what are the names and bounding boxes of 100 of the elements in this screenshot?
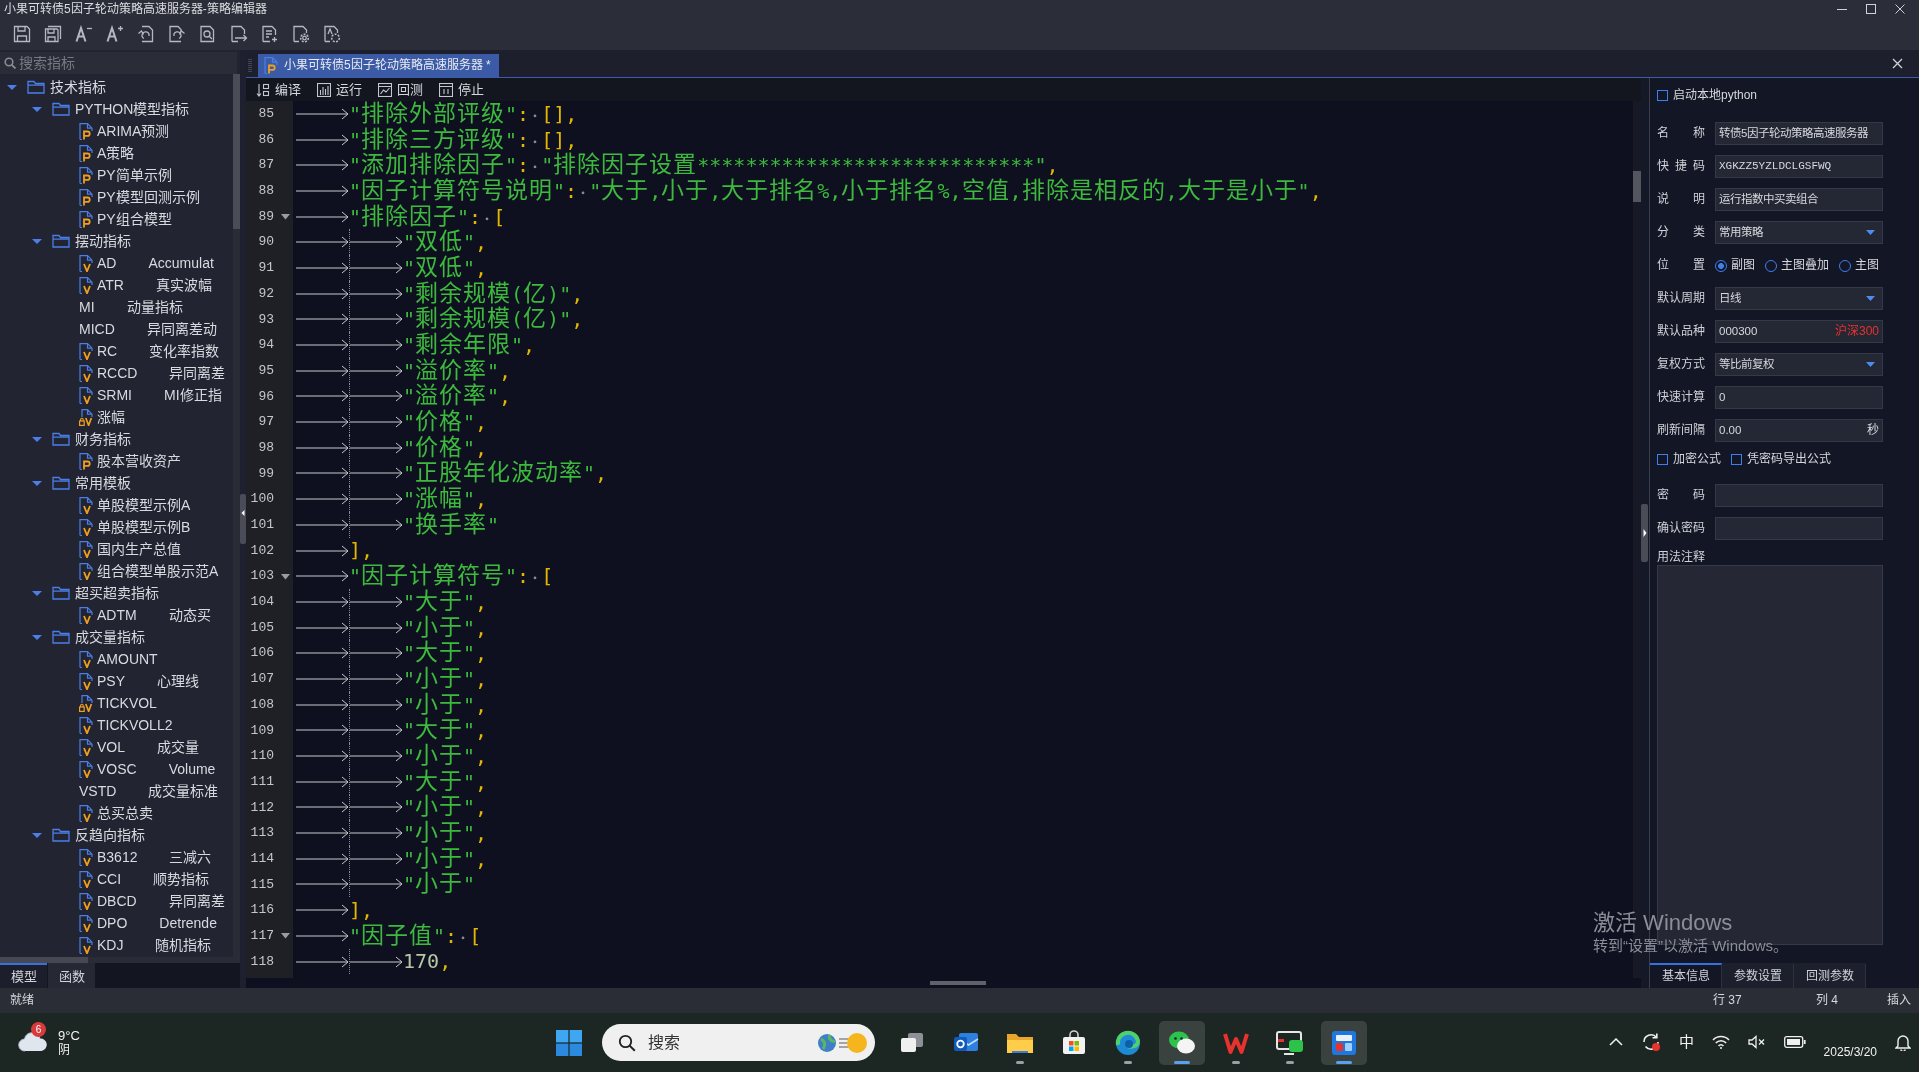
run-button[interactable]: 运行 xyxy=(317,81,362,98)
page-search-icon[interactable] xyxy=(199,25,217,43)
tree-folder[interactable]: 摆动指标 xyxy=(75,232,131,250)
scrollbar-thumb[interactable] xyxy=(233,74,240,229)
tree-item[interactable]: B3612 xyxy=(97,848,138,866)
tree-folder[interactable]: 成交量指标 xyxy=(75,628,145,646)
checkbox[interactable] xyxy=(1731,453,1742,465)
wifi-icon[interactable] xyxy=(1711,1035,1730,1050)
scrollbar-thumb[interactable] xyxy=(0,957,88,963)
tree-item[interactable]: 组合模型单股示范A xyxy=(97,562,219,580)
page-arrow-right-icon[interactable] xyxy=(168,25,186,43)
chevron-up-icon[interactable] xyxy=(1608,1038,1623,1047)
stop-button[interactable]: 停止 xyxy=(439,81,484,98)
splitter-handle[interactable] xyxy=(240,494,246,544)
tree-item[interactable]: A策略 xyxy=(97,144,135,162)
tree-folder[interactable]: 技术指标 xyxy=(50,78,106,96)
password-field[interactable] xyxy=(1715,484,1883,507)
dropdown[interactable]: 常用策略 xyxy=(1715,221,1883,244)
tree-item[interactable]: DBCD xyxy=(97,892,137,910)
page-arrow-down-icon[interactable] xyxy=(230,25,248,43)
font-decrease-icon[interactable] xyxy=(75,25,93,43)
input-method-label[interactable]: 中 xyxy=(1678,1033,1694,1052)
tree-item[interactable]: 涨幅 xyxy=(97,408,125,426)
document-tab[interactable]: 小果可转债5因子轮动策略高速服务器 * xyxy=(258,54,499,77)
symbol-field[interactable]: 000300 沪深300 xyxy=(1715,320,1883,343)
text-field[interactable]: 转债5因子轮动策略高速服务器 xyxy=(1715,122,1883,145)
tree-item[interactable]: 单股模型示例A xyxy=(97,496,191,514)
tree-item[interactable]: TICKVOL xyxy=(97,694,157,712)
battery-icon[interactable] xyxy=(1783,1036,1806,1049)
tree-item[interactable]: 单股模型示例B xyxy=(97,518,191,536)
tree-folder[interactable]: 超买超卖指标 xyxy=(75,584,159,602)
tree-item[interactable]: TICKVOLL2 xyxy=(97,716,173,734)
tree-item[interactable]: MICD xyxy=(79,320,115,338)
search-field[interactable]: 搜索指标 xyxy=(0,52,237,74)
tree-item[interactable]: PY模型回测示例 xyxy=(97,188,200,206)
tree-item[interactable]: RCCD xyxy=(97,364,138,382)
fold-caret-icon[interactable] xyxy=(280,571,290,581)
page-gear-icon[interactable] xyxy=(323,25,341,43)
tree-item[interactable]: KDJ xyxy=(97,936,124,954)
tree-item[interactable]: 总买总卖 xyxy=(97,804,153,822)
checkbox[interactable] xyxy=(1657,453,1668,465)
radio-button[interactable] xyxy=(1715,259,1727,272)
tree-folder[interactable]: PYTHON模型指标 xyxy=(75,100,190,118)
tree-item[interactable]: 股本营收资产 xyxy=(97,452,181,470)
splitter-handle[interactable] xyxy=(1641,504,1648,562)
tree-item[interactable]: DPO xyxy=(97,914,128,932)
tree-item[interactable]: AMOUNT xyxy=(97,650,158,668)
panel-tab[interactable]: 回测参数 xyxy=(1794,963,1866,988)
tree-folder[interactable]: 财务指标 xyxy=(75,430,131,448)
tree-item[interactable]: VSTD xyxy=(79,782,117,800)
checkbox[interactable] xyxy=(1657,89,1668,101)
text-field[interactable]: XGKZZ5YZLDCLGSFWQ xyxy=(1715,155,1883,178)
panel-tab[interactable]: 模型 xyxy=(0,963,47,988)
panel-tab[interactable]: 函数 xyxy=(48,963,95,988)
compile-button[interactable]: 编译 xyxy=(256,81,301,98)
floppy-disk-icon[interactable] xyxy=(13,25,31,43)
tree-folder[interactable]: 反趋向指标 xyxy=(75,826,145,844)
speaker-muted-icon[interactable] xyxy=(1747,1035,1766,1050)
number-field[interactable]: 0.00 秒 xyxy=(1715,419,1883,442)
taskbar-app-button[interactable] xyxy=(1321,1020,1367,1065)
tree-item[interactable]: PY组合模型 xyxy=(97,210,172,228)
tree-item[interactable]: PSY xyxy=(97,672,125,690)
page-lines-icon[interactable] xyxy=(261,25,279,43)
stacked-floppy-icon[interactable] xyxy=(44,25,62,43)
scrollbar-thumb[interactable] xyxy=(930,981,986,985)
tree-item[interactable]: ATR xyxy=(97,276,124,294)
text-field[interactable]: 运行指数中买卖组合 xyxy=(1715,188,1883,211)
tree-item[interactable]: MI xyxy=(79,298,95,316)
font-increase-icon[interactable] xyxy=(106,25,124,43)
fold-caret-icon[interactable] xyxy=(280,212,290,222)
tree-item[interactable]: 国内生产总值 xyxy=(97,540,181,558)
tree-item[interactable]: PY简单示例 xyxy=(97,166,172,184)
dropdown[interactable]: 等比前复权 xyxy=(1715,353,1883,376)
tree-item[interactable]: ARIMA预测 xyxy=(97,122,170,140)
tree-item[interactable]: CCI xyxy=(97,870,122,888)
tree-item[interactable]: AD xyxy=(97,254,117,272)
tree-item[interactable]: ADTM xyxy=(97,606,137,624)
tree-item[interactable]: VOSC xyxy=(97,760,137,778)
page-gear-icon[interactable] xyxy=(292,25,310,43)
four-squares-icon[interactable] xyxy=(556,1029,582,1056)
fold-caret-icon[interactable] xyxy=(280,931,290,941)
clock-date-label[interactable]: 2025/3/20 xyxy=(1823,1045,1877,1060)
sync-alert-icon[interactable] xyxy=(1640,1032,1661,1053)
text-field[interactable]: 0 xyxy=(1715,386,1883,409)
panel-tab[interactable]: 参数设置 xyxy=(1722,963,1794,988)
password-field[interactable] xyxy=(1715,517,1883,540)
grip-icon[interactable] xyxy=(248,58,252,74)
dropdown[interactable]: 日线 xyxy=(1715,287,1883,310)
page-arrow-left-icon[interactable] xyxy=(137,25,155,43)
taskbar-app-button[interactable] xyxy=(1159,1020,1205,1065)
close-icon[interactable] xyxy=(1892,58,1903,69)
scrollbar-thumb[interactable] xyxy=(1633,171,1641,202)
tree-item[interactable]: SRMI xyxy=(97,386,132,404)
tree-item[interactable]: RC xyxy=(97,342,118,360)
backtest-button[interactable]: 回测 xyxy=(378,81,423,98)
close-icon[interactable] xyxy=(1895,4,1905,14)
bell-icon[interactable] xyxy=(1895,1033,1911,1052)
maximize-icon[interactable] xyxy=(1866,4,1876,14)
tree-folder[interactable]: 常用模板 xyxy=(75,474,131,492)
taskbar-search-field[interactable]: 搜索 xyxy=(602,1024,875,1061)
